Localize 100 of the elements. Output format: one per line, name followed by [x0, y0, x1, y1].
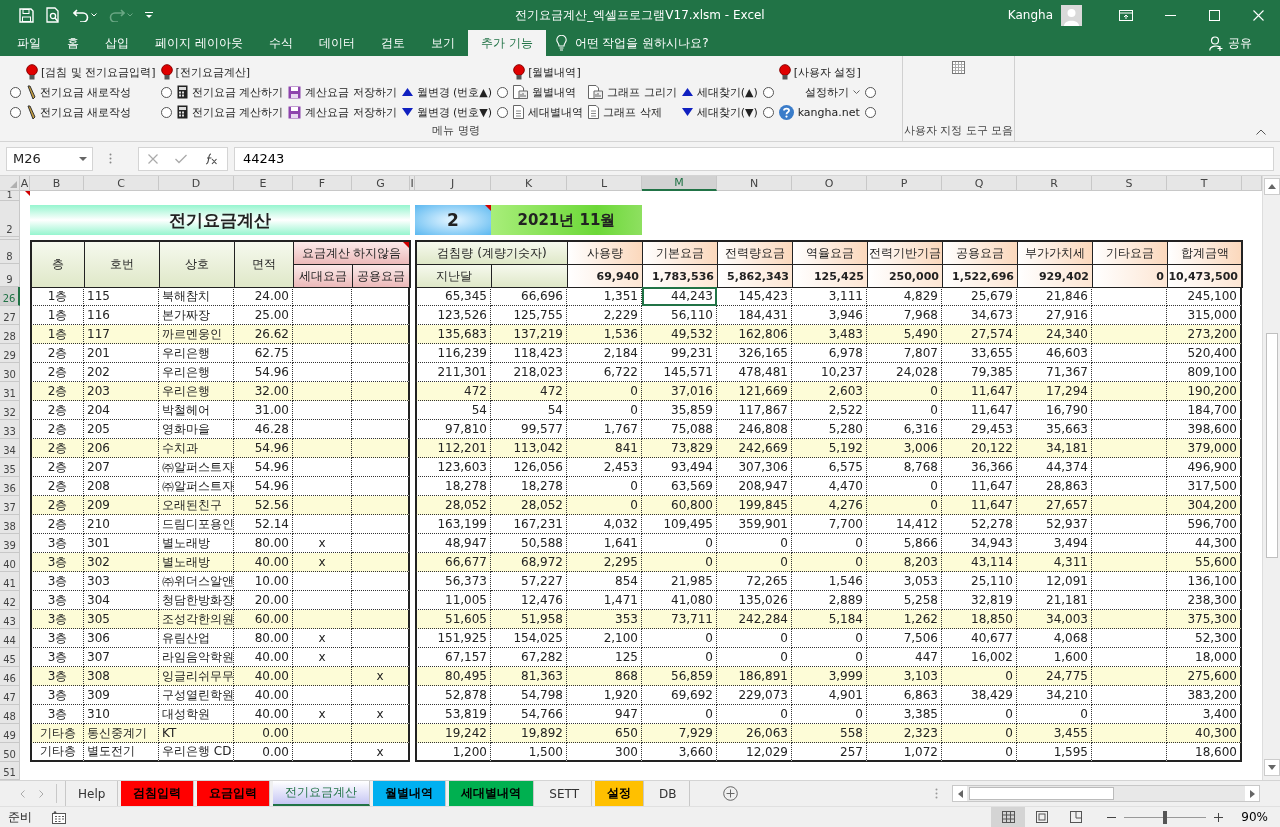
- row-header[interactable]: 26: [0, 287, 20, 306]
- tell-me-field[interactable]: 어떤 작업을 원하시나요?: [574, 36, 765, 50]
- save-button[interactable]: [17, 5, 36, 25]
- radio-button[interactable]: [10, 106, 21, 118]
- ribbon-button[interactable]: 세대찾기(▲): [681, 82, 758, 102]
- column-header[interactable]: C: [84, 176, 159, 191]
- ribbon-button[interactable]: 그래프 그리기: [588, 82, 677, 102]
- ribbon-tab[interactable]: 수식: [255, 30, 306, 56]
- radio-button[interactable]: [497, 86, 509, 98]
- row-header[interactable]: 39: [0, 534, 20, 553]
- sheet-tab[interactable]: 월별내역: [373, 781, 447, 806]
- ribbon-tab[interactable]: 보기: [417, 30, 468, 56]
- ribbon-button[interactable]: 전기요금 계산하기: [176, 102, 284, 122]
- radio-button[interactable]: [864, 106, 876, 118]
- insert-function-button[interactable]: [205, 152, 219, 165]
- row-header[interactable]: 44: [0, 629, 20, 648]
- radio-button[interactable]: [497, 106, 509, 118]
- row-header[interactable]: 48: [0, 705, 20, 724]
- row-header[interactable]: 32: [0, 401, 20, 420]
- column-header[interactable]: L: [567, 176, 642, 191]
- ribbon-button[interactable]: 세대별내역: [513, 102, 584, 122]
- undo-button[interactable]: [71, 6, 99, 24]
- sheet-tab[interactable]: 설정: [595, 781, 644, 806]
- column-header[interactable]: T: [1167, 176, 1242, 191]
- row-header[interactable]: 37: [0, 496, 20, 515]
- ribbon-button[interactable]: kangha.net: [778, 102, 860, 122]
- dropdown-button[interactable]: 설정하기: [778, 82, 860, 102]
- sheet-tab[interactable]: 검침입력: [121, 781, 195, 806]
- ribbon-tab[interactable]: 파일: [4, 30, 54, 56]
- macro-icon[interactable]: [52, 810, 66, 824]
- ribbon-button[interactable]: 계산요금 저장하기: [288, 102, 397, 122]
- column-header[interactable]: R: [1017, 176, 1092, 191]
- row-header[interactable]: 9: [0, 264, 20, 287]
- ribbon-button[interactable]: 전기요금 계산하기: [176, 82, 284, 102]
- row-header[interactable]: 41: [0, 572, 20, 591]
- row-header[interactable]: 8: [0, 240, 20, 264]
- row-header[interactable]: 27: [0, 306, 20, 325]
- row-header[interactable]: 47: [0, 686, 20, 705]
- column-header[interactable]: J: [415, 176, 491, 191]
- view-button[interactable]: [991, 807, 1026, 827]
- radio-button[interactable]: [10, 86, 21, 98]
- column-header[interactable]: O: [792, 176, 867, 191]
- scroll-down-button[interactable]: [1263, 759, 1280, 776]
- ribbon-tab[interactable]: 삽입: [92, 30, 142, 56]
- ribbon-button[interactable]: 세대찾기(▼): [681, 102, 758, 122]
- sheet-tab[interactable]: 세대별내역: [449, 781, 535, 806]
- slider-thumb[interactable]: [1163, 810, 1168, 824]
- ribbon-tab[interactable]: 데이터: [305, 30, 368, 56]
- column-header[interactable]: D: [159, 176, 234, 191]
- ribbon-button[interactable]: 그래프 삭제: [588, 102, 662, 122]
- ribbon-button[interactable]: 월변경 (번호▼): [401, 102, 493, 122]
- sheet-tab[interactable]: 요금입력: [197, 781, 271, 806]
- scroll-thumb[interactable]: [1265, 333, 1278, 558]
- row-header[interactable]: 45: [0, 648, 20, 667]
- radio-button[interactable]: [762, 106, 774, 118]
- row-header[interactable]: 46: [0, 667, 20, 686]
- radio-button[interactable]: [160, 106, 172, 118]
- radio-button[interactable]: [762, 86, 774, 98]
- row-header[interactable]: 42: [0, 591, 20, 610]
- column-header[interactable]: M: [642, 176, 717, 191]
- column-header[interactable]: N: [717, 176, 792, 191]
- row-header[interactable]: 28: [0, 325, 20, 344]
- column-header[interactable]: E: [234, 176, 293, 191]
- ribbon-button[interactable]: 전기요금 새로작성: [26, 102, 132, 122]
- radio-button[interactable]: [160, 86, 172, 98]
- ribbon-tab[interactable]: 추가 기능: [467, 30, 546, 56]
- column-header[interactable]: P: [867, 176, 942, 191]
- column-header[interactable]: K: [491, 176, 567, 191]
- scroll-up-button[interactable]: [1263, 178, 1280, 195]
- row-header[interactable]: 35: [0, 458, 20, 477]
- row-header[interactable]: 50: [0, 743, 20, 762]
- row-header[interactable]: 38: [0, 515, 20, 534]
- row-header[interactable]: 29: [0, 344, 20, 363]
- ribbon-button[interactable]: 월별내역: [513, 82, 577, 102]
- ribbon-button[interactable]: 월변경 (번호▲): [401, 82, 493, 102]
- name-box[interactable]: M26: [6, 146, 93, 171]
- collapse-ribbon-icon[interactable]: [1256, 129, 1266, 135]
- share-button[interactable]: 공유: [1203, 30, 1258, 56]
- row-header[interactable]: 2: [0, 201, 20, 237]
- ribbon-button[interactable]: 계산요금 저장하기: [288, 82, 397, 102]
- row-header[interactable]: 34: [0, 439, 20, 458]
- column-header[interactable]: B: [30, 176, 84, 191]
- scroll-thumb[interactable]: [969, 787, 1114, 800]
- ribbon-tab[interactable]: 홈: [54, 30, 92, 56]
- row-header[interactable]: 36: [0, 477, 20, 496]
- ribbon-tab[interactable]: 페이지 레이아웃: [142, 30, 256, 56]
- column-header[interactable]: G: [352, 176, 410, 191]
- scroll-right-button[interactable]: [1245, 786, 1259, 801]
- ribbon-button[interactable]: 전기요금 새로작성: [26, 82, 132, 102]
- row-header[interactable]: 43: [0, 610, 20, 629]
- zoom-level[interactable]: 90%: [1241, 810, 1268, 824]
- scroll-left-button[interactable]: [953, 786, 967, 801]
- column-header[interactable]: F: [293, 176, 352, 191]
- row-header[interactable]: 33: [0, 420, 20, 439]
- row-header[interactable]: 30: [0, 363, 20, 382]
- customize-button[interactable]: [143, 9, 155, 21]
- horizontal-scrollbar[interactable]: [952, 785, 1260, 802]
- column-header[interactable]: Q: [942, 176, 1017, 191]
- row-header[interactable]: 1: [0, 191, 20, 201]
- row-header[interactable]: 40: [0, 553, 20, 572]
